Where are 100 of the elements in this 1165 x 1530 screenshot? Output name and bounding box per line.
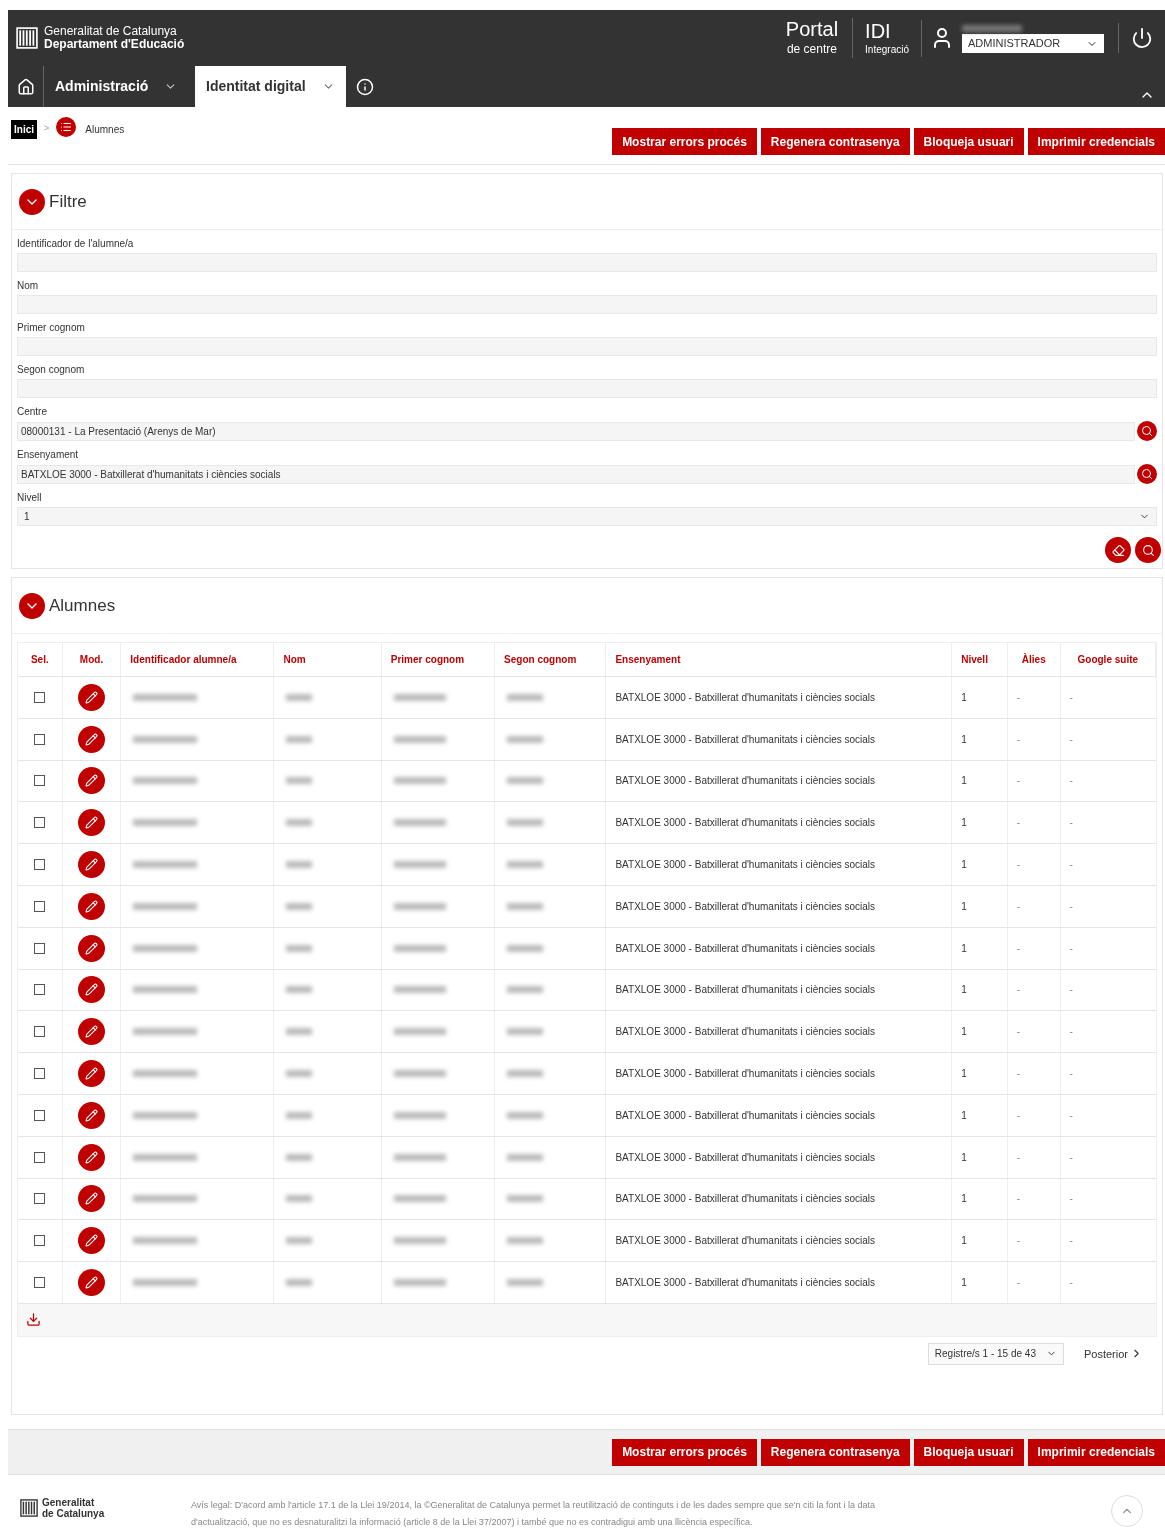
home-icon[interactable] xyxy=(16,77,35,96)
edit-button[interactable] xyxy=(78,976,105,1004)
breadcrumb-home[interactable]: Inici xyxy=(11,120,37,139)
table-cell-text: 1 xyxy=(961,1192,967,1207)
column-header: Google suite xyxy=(1077,653,1139,667)
nav-tab[interactable]: Identitat digital xyxy=(195,66,346,107)
table-cell-text: 1 xyxy=(961,983,967,998)
table-cell-text: BATXLOE 3000 - Batxillerat d'humanitats i ciències socials xyxy=(615,774,876,789)
redacted-text xyxy=(393,819,446,827)
redacted-text xyxy=(507,1028,544,1036)
action-button[interactable]: Imprimir credencials xyxy=(1027,1438,1165,1466)
column-header: Primer cognom xyxy=(390,653,465,667)
field-label: Primer cognom xyxy=(17,321,86,335)
download-icon[interactable] xyxy=(26,1312,41,1328)
pencil-icon xyxy=(85,1192,98,1206)
edit-button[interactable] xyxy=(78,683,105,711)
field-label: Ensenyament xyxy=(17,448,80,462)
search-button[interactable] xyxy=(1137,421,1157,441)
app-subtitle: Integració xyxy=(865,42,909,57)
action-button[interactable]: Regenera contrasenya xyxy=(760,1438,910,1466)
redacted-text xyxy=(133,1279,198,1287)
edit-button[interactable] xyxy=(78,1101,105,1129)
input-field[interactable]: 08000131 - La Presentació (Arenys de Mar) xyxy=(17,421,1135,441)
edit-button[interactable] xyxy=(78,1060,105,1088)
row-checkbox[interactable] xyxy=(34,984,46,996)
table-cell-text: 1 xyxy=(961,858,967,873)
power-icon[interactable] xyxy=(1131,27,1153,49)
column-header: Segon cognom xyxy=(504,653,577,667)
table-cell-text: 1 xyxy=(961,690,967,705)
records-select[interactable]: Registre/s 1 - 15 de 43 xyxy=(927,1342,1064,1365)
column-header: Mod. xyxy=(79,653,104,667)
redacted-text xyxy=(393,1195,446,1203)
row-checkbox[interactable] xyxy=(34,817,46,829)
row-checkbox[interactable] xyxy=(34,900,46,912)
column-header: Sel. xyxy=(30,653,49,667)
table-cell-text: - xyxy=(1069,1108,1073,1123)
edit-button[interactable] xyxy=(78,1269,105,1297)
eraser-icon xyxy=(1111,543,1125,557)
row-checkbox[interactable] xyxy=(34,775,46,787)
table-cell-text: - xyxy=(1069,1025,1073,1040)
redacted-text xyxy=(507,1153,544,1161)
redacted-text xyxy=(393,735,446,743)
edit-button[interactable] xyxy=(78,851,105,879)
org-name: Generalitat de Catalunya xyxy=(44,25,178,38)
edit-button[interactable] xyxy=(78,767,105,795)
row-checkbox[interactable] xyxy=(34,1068,46,1080)
select-field[interactable]: 1 xyxy=(17,507,1157,526)
info-icon[interactable] xyxy=(356,77,374,96)
row-checkbox[interactable] xyxy=(34,1151,46,1163)
redacted-text xyxy=(393,986,446,994)
redacted-text xyxy=(393,1070,446,1078)
action-button[interactable]: Bloqueja usuari xyxy=(913,128,1024,155)
action-button[interactable]: Mostrar errors procés xyxy=(612,128,757,155)
row-checkbox[interactable] xyxy=(34,942,46,954)
edit-button[interactable] xyxy=(78,809,105,837)
pencil-icon xyxy=(85,1234,98,1248)
table-cell-text: - xyxy=(1069,1150,1073,1165)
row-checkbox[interactable] xyxy=(34,859,46,871)
action-button[interactable]: Mostrar errors procés xyxy=(612,1438,757,1466)
redacted-text xyxy=(133,1028,198,1036)
action-button[interactable]: Bloqueja usuari xyxy=(913,1438,1024,1466)
clear-button[interactable] xyxy=(1105,537,1131,563)
redacted-text xyxy=(133,986,198,994)
edit-button[interactable] xyxy=(78,1185,105,1213)
collapse-button[interactable] xyxy=(19,592,45,619)
redacted-text xyxy=(393,944,446,952)
table-cell-text: - xyxy=(1069,690,1073,705)
table-cell-text: BATXLOE 3000 - Batxillerat d'humanitats i ciències socials xyxy=(615,1067,876,1082)
edit-button[interactable] xyxy=(78,892,105,920)
redacted-text xyxy=(507,944,544,952)
search-button[interactable] xyxy=(1135,537,1161,563)
action-button[interactable]: Imprimir credencials xyxy=(1027,128,1165,155)
table-cell-text: 1 xyxy=(961,1234,967,1249)
edit-button[interactable] xyxy=(78,1143,105,1171)
table-cell-text: - xyxy=(1016,1025,1021,1040)
edit-button[interactable] xyxy=(78,934,105,962)
table-cell-text: BATXLOE 3000 - Batxillerat d'humanitats i ciències socials xyxy=(615,941,876,956)
collapse-button[interactable] xyxy=(19,188,45,215)
table-cell-text: - xyxy=(1016,1150,1021,1165)
row-checkbox[interactable] xyxy=(34,1026,46,1038)
next-page-link[interactable]: Posterior xyxy=(1083,1345,1143,1363)
edit-button[interactable] xyxy=(78,1227,105,1255)
nav-tab[interactable]: Administració xyxy=(44,66,195,107)
row-checkbox[interactable] xyxy=(34,1109,46,1121)
action-button[interactable]: Regenera contrasenya xyxy=(760,128,910,155)
footer-org-name: Generalitat xyxy=(42,1497,96,1508)
table-cell-text: - xyxy=(1069,1192,1073,1207)
edit-button[interactable] xyxy=(78,1018,105,1046)
row-checkbox[interactable] xyxy=(34,1277,46,1289)
input-field[interactable]: BATXLOE 3000 - Batxillerat d'humanitats i ciències socials xyxy=(17,464,1135,484)
row-checkbox[interactable] xyxy=(34,691,46,703)
row-checkbox[interactable] xyxy=(34,1235,46,1247)
redacted-text xyxy=(133,693,198,701)
row-checkbox[interactable] xyxy=(34,1193,46,1205)
search-button[interactable] xyxy=(1137,464,1157,484)
edit-button[interactable] xyxy=(78,725,105,753)
role-select[interactable]: ADMINISTRADOR xyxy=(962,34,1104,53)
row-checkbox[interactable] xyxy=(34,733,46,745)
field-label: Centre xyxy=(17,405,48,419)
pencil-icon xyxy=(85,1108,98,1122)
